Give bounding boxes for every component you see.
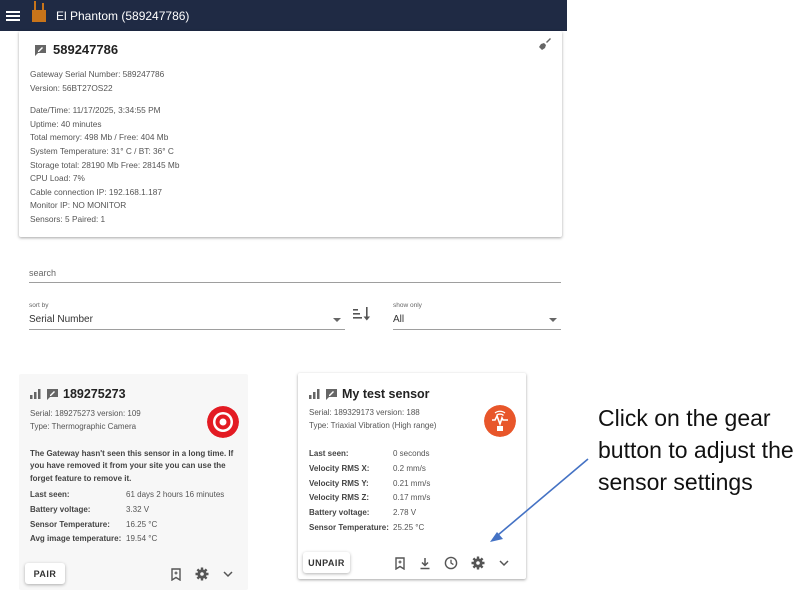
field-value: 0.21 mm/s — [393, 478, 431, 488]
gateway-detail-line: Uptime: 40 minutes — [30, 118, 102, 129]
sensor-type: Type: Triaxial Vibration (High range) — [309, 421, 437, 430]
field-row: Sensor Temperature: 25.25 °C — [309, 521, 430, 536]
chevron-down-icon[interactable] — [498, 557, 510, 569]
field-value: 61 days 2 hours 16 minutes — [126, 490, 225, 499]
field-label: Last seen: — [309, 449, 349, 458]
sort-direction-icon[interactable] — [352, 306, 372, 322]
broom-icon[interactable] — [538, 37, 552, 51]
comment-edit-icon[interactable] — [325, 388, 338, 400]
comment-edit-icon[interactable] — [46, 388, 59, 400]
sensor-actions — [394, 556, 510, 570]
gateway-detail-line: Sensors: 5 Paired: 1 — [30, 213, 106, 224]
sensor-serial: Serial: 189329173 version: 188 — [309, 408, 420, 417]
unpair-button[interactable]: UNPAIR — [303, 552, 350, 573]
gateway-title-text: 589247786 — [53, 42, 119, 57]
sensor-title: 189275273 — [30, 387, 126, 401]
gateway-title: 589247786 — [34, 42, 118, 57]
sensor-serial: Serial: 189275273 version: 109 — [30, 409, 141, 418]
gateway-detail-line: Cable connection IP: 192.168.1.187 — [30, 186, 162, 197]
pair-button[interactable]: PAIR — [25, 563, 65, 584]
show-only-label: show only — [393, 302, 422, 309]
gateway-detail-line: Total memory: 498 Mb / Free: 404 Mb — [30, 132, 169, 143]
chevron-down-icon — [549, 318, 557, 322]
annotation-text: Click on the gear button to adjust the s… — [598, 405, 794, 495]
menu-icon[interactable] — [6, 10, 20, 21]
field-value: 0.17 mm/s — [393, 493, 431, 503]
field-value: 2.78 V — [393, 508, 417, 518]
field-row: Velocity RMS Y: 0.21 mm/s — [309, 477, 430, 492]
annotation-arrow — [490, 458, 589, 542]
field-value: 19.54 °C — [126, 534, 158, 544]
sort-by-select[interactable]: sort by Serial Number — [29, 302, 345, 330]
field-row: Avg image temperature: 19.54 °C — [30, 532, 224, 547]
top-app-bar: El Phantom (589247786) — [0, 0, 567, 31]
gateway-detail-line: CPU Load: 7% — [30, 173, 85, 184]
field-label: Velocity RMS Y: — [309, 478, 369, 488]
comment-edit-icon[interactable] — [34, 44, 47, 56]
sort-by-value: Serial Number — [29, 314, 93, 325]
gateway-details: Gateway Serial Number: 589247786 Version… — [30, 68, 179, 227]
show-only-value: All — [393, 314, 405, 325]
signal-icon — [30, 389, 41, 399]
field-label: Battery voltage: — [30, 504, 91, 514]
bookmark-icon[interactable] — [170, 567, 182, 581]
sensor-fields: Last seen: 0 seconds Velocity RMS X: 0.2 m… — [309, 447, 430, 536]
field-row: Last seen: 61 days 2 hours 16 minutes — [30, 488, 224, 503]
field-label: Velocity RMS Z: — [309, 493, 370, 503]
field-row: Sensor Temperature: 16.25 °C — [30, 518, 224, 533]
search-field — [29, 263, 561, 283]
field-label: Battery voltage: — [309, 508, 370, 518]
sensor-name: 189275273 — [63, 387, 126, 401]
field-value: 0.2 mm/s — [393, 463, 426, 473]
search-input[interactable] — [29, 266, 561, 278]
sensor-title: My test sensor — [309, 387, 430, 401]
gear-icon[interactable] — [471, 556, 485, 570]
field-value: 3.32 V — [126, 504, 150, 514]
field-label: Avg image temperature: — [30, 534, 122, 544]
field-value: 0 seconds — [393, 449, 430, 458]
field-row: Battery voltage: 3.32 V — [30, 503, 224, 518]
gateway-serial: Gateway Serial Number: 589247786 — [30, 69, 165, 79]
chevron-down-icon — [333, 318, 341, 322]
bookmark-icon[interactable] — [394, 556, 406, 570]
field-label: Sensor Temperature: — [309, 522, 389, 532]
clock-history-icon[interactable] — [444, 556, 458, 570]
field-label: Velocity RMS X: — [309, 463, 370, 473]
thermal-camera-icon — [207, 406, 239, 438]
vibration-sensor-icon — [484, 405, 516, 437]
gateway-detail-line: Monitor IP: NO MONITOR — [30, 200, 127, 211]
gateway-card: 589247786 Gateway Serial Number: 5892477… — [19, 31, 562, 237]
gateway-logo-icon — [32, 0, 46, 22]
sensor-fields: Last seen: 61 days 2 hours 16 minutes Bat… — [30, 488, 224, 547]
app-title: El Phantom (589247786) — [56, 8, 190, 23]
download-icon[interactable] — [419, 557, 431, 570]
sort-by-label: sort by — [29, 302, 49, 309]
gateway-detail-line: System Temperature: 31° C / BT: 36° C — [30, 145, 174, 156]
show-only-select[interactable]: show only All — [393, 302, 561, 330]
gear-icon[interactable] — [195, 567, 209, 581]
field-label: Sensor Temperature: — [30, 519, 110, 529]
field-value: 16.25 °C — [126, 519, 158, 529]
field-label: Last seen: — [30, 490, 70, 499]
sensor-name: My test sensor — [342, 387, 430, 401]
sensor-actions — [170, 567, 234, 581]
gateway-detail-line: Storage total: 28190 Mb Free: 28145 Mb — [30, 159, 180, 170]
field-row: Battery voltage: 2.78 V — [309, 506, 430, 521]
field-row: Velocity RMS Z: 0.17 mm/s — [309, 491, 430, 506]
field-value: 25.25 °C — [393, 522, 425, 532]
chevron-down-icon[interactable] — [222, 568, 234, 580]
field-row: Velocity RMS X: 0.2 mm/s — [309, 462, 430, 477]
gateway-detail-line: Date/Time: 11/17/2025, 3:34:55 PM — [30, 105, 161, 116]
field-row: Last seen: 0 seconds — [309, 447, 430, 462]
signal-icon — [309, 389, 320, 399]
sensor-type: Type: Thermographic Camera — [30, 422, 137, 431]
sensor-card: 189275273 Serial: 189275273 version: 109… — [19, 374, 248, 590]
gateway-version: Version: 56BT27OS22 — [30, 82, 113, 93]
sensor-warning: The Gateway hasn't seen this sensor in a… — [30, 449, 234, 483]
